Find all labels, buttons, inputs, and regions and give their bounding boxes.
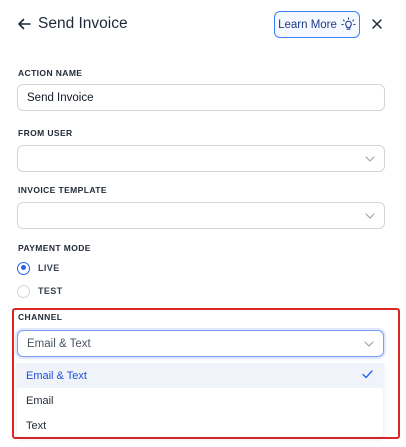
lightbulb-icon [341, 17, 356, 30]
learn-more-button[interactable]: Learn More [274, 11, 360, 38]
close-icon [372, 19, 382, 29]
chevron-down-icon [365, 156, 375, 162]
channel-option-email[interactable]: Email [17, 388, 383, 413]
back-button[interactable] [14, 14, 34, 34]
from-user-label: FROM USER [18, 128, 73, 138]
payment-mode-live-radio[interactable]: LIVE [17, 260, 60, 276]
channel-option-text[interactable]: Text [17, 413, 383, 438]
radio-checked-icon [17, 261, 30, 275]
radio-label-test: TEST [38, 286, 63, 296]
action-name-label: ACTION NAME [18, 68, 83, 78]
payment-mode-test-radio[interactable]: TEST [17, 283, 63, 299]
from-user-select[interactable] [17, 145, 385, 172]
radio-label-live: LIVE [38, 263, 60, 273]
option-label: Email [26, 394, 54, 407]
option-label: Text [26, 419, 47, 432]
check-icon [362, 370, 373, 379]
action-name-value: Send Invoice [27, 91, 94, 104]
channel-option-email-text[interactable]: Email & Text [17, 363, 383, 388]
radio-unchecked-icon [17, 284, 30, 298]
page-title: Send Invoice [38, 15, 128, 32]
channel-label: CHANNEL [18, 312, 63, 322]
invoice-template-label: INVOICE TEMPLATE [18, 185, 107, 195]
chevron-down-icon [365, 213, 375, 219]
action-name-input[interactable]: Send Invoice [17, 84, 385, 111]
payment-mode-label: PAYMENT MODE [18, 243, 91, 253]
channel-dropdown-menu: Email & Text Email Text [17, 361, 383, 437]
channel-selected-value: Email & Text [27, 337, 91, 350]
learn-more-label: Learn More [278, 18, 337, 31]
option-label: Email & Text [26, 369, 87, 382]
chevron-down-icon [364, 341, 374, 347]
arrow-left-icon [18, 18, 31, 30]
invoice-template-select[interactable] [17, 202, 385, 229]
panel-header: Send Invoice Learn More [0, 0, 406, 50]
channel-select[interactable]: Email & Text [17, 330, 384, 357]
close-button[interactable] [370, 17, 384, 31]
